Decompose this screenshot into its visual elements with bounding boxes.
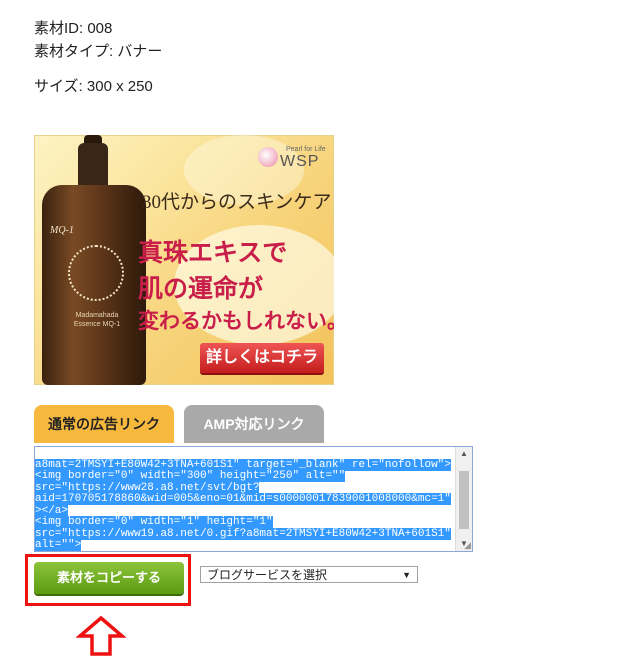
bottle-pearl-ring [68, 245, 124, 301]
code-content: a8mat=2TMSYI+E80W42+3TNA+601S1" target="… [35, 448, 455, 551]
tab-amp-link[interactable]: AMP対応リンク [184, 405, 324, 443]
code-line: <img border="0" width="1" height="1" [35, 516, 273, 528]
code-line: src="https://www19.a8.net/0.gif?a8mat=2T… [35, 527, 451, 540]
scrollbar-thumb[interactable] [459, 471, 469, 529]
wsp-logo-icon [258, 147, 278, 167]
arrow-up-icon [76, 616, 126, 656]
chevron-down-icon: ▼ [402, 570, 411, 580]
banner-headline-3: 変わるかもしれない。 [138, 308, 334, 333]
copy-material-button[interactable]: 素材をコピーする [34, 562, 184, 594]
logo-tagline: Pearl for Life [286, 146, 326, 153]
logo-name: WSP [280, 153, 320, 170]
bottle-label: MQ-1 [50, 225, 74, 236]
resize-grip-icon[interactable]: ◢ [461, 540, 471, 550]
code-line: a8mat=2TMSYI+E80W42+3TNA+601S1" target="… [35, 458, 451, 471]
material-size: サイズ: 300 x 250 [34, 78, 153, 95]
banner-cta-button[interactable]: 詳しくはコチラ [200, 343, 324, 373]
banner-headline-1: 真珠エキスで [138, 238, 288, 267]
product-bottle: MQ-1 Madamahada Essence MQ-1 [42, 185, 146, 385]
blog-service-select[interactable]: ブログサービスを選択 ▼ [200, 566, 418, 583]
textarea-scrollbar[interactable]: ▲ ▼ [455, 447, 472, 551]
tab-standard-link[interactable]: 通常の広告リンク [34, 405, 174, 443]
code-line: aid=170705178860&wid=005&eno=01&mid=s000… [35, 493, 451, 505]
material-type: 素材タイプ: バナー [34, 43, 163, 60]
code-line: ></a> [35, 504, 69, 517]
code-line: alt=""> [35, 539, 82, 551]
banner-tagline: 30代からのスキンケア [142, 192, 332, 213]
bottle-text: Madamahada Essence MQ-1 [73, 312, 121, 328]
bottle-neck [78, 143, 108, 187]
select-value: ブログサービスを選択 [207, 568, 328, 582]
code-line: <img border="0" width="300" height="250"… [35, 470, 346, 482]
banner-headline-2: 肌の運命が [138, 274, 264, 303]
code-textarea[interactable]: a8mat=2TMSYI+E80W42+3TNA+601S1" target="… [34, 446, 473, 552]
material-id: 素材ID: 008 [34, 20, 113, 37]
banner-image[interactable]: MQ-1 Madamahada Essence MQ-1 Pearl for L… [34, 135, 334, 385]
scroll-up-icon[interactable]: ▲ [456, 447, 472, 461]
code-line: src="https://www28.a8.net/svt/bgt? [35, 481, 260, 494]
